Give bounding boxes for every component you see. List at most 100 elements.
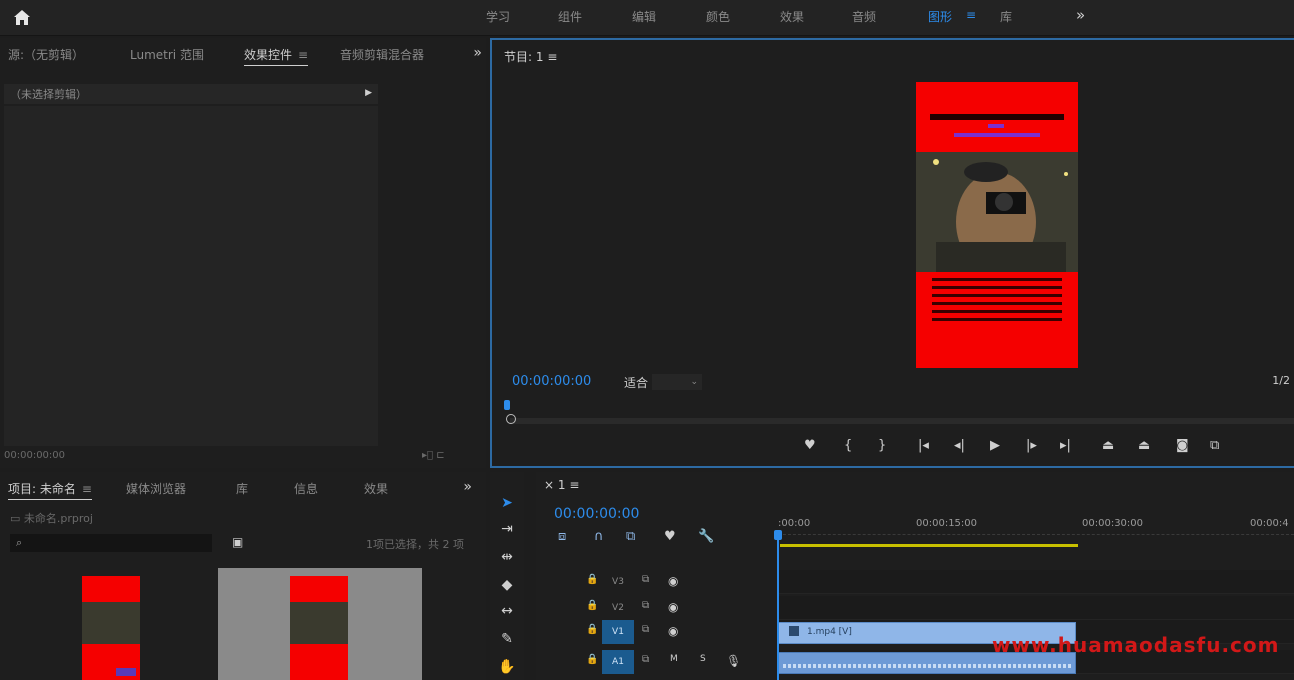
tab-audio-clip-mixer[interactable]: 音频剪辑混合器 [340, 46, 424, 63]
frame-title-text [930, 114, 1064, 120]
panel-menu-icon[interactable]: ≡ [82, 482, 92, 496]
razor-tool-icon[interactable]: ◆ [498, 576, 516, 594]
project-item-thumbnail-selected[interactable] [218, 568, 422, 680]
track-lane[interactable] [778, 570, 1294, 594]
home-icon[interactable] [12, 8, 32, 28]
program-scrub-bar[interactable] [510, 418, 1294, 424]
panel-menu-icon[interactable]: ≡ [298, 48, 308, 62]
sync-lock-icon[interactable]: ⧉ [642, 600, 649, 611]
microphone-icon[interactable]: 🎙 [726, 654, 741, 668]
frame-body-text [932, 278, 1062, 326]
tab-effect-controls[interactable]: 效果控件 ≡ [244, 46, 309, 66]
project-item-thumbnail[interactable] [10, 568, 214, 680]
mute-button[interactable]: M [670, 654, 678, 664]
workspace-tab-libraries[interactable]: 库 [1000, 8, 1012, 25]
program-title[interactable]: 节目: 1 ≡ [504, 48, 557, 65]
workspace-tab-audio[interactable]: 音频 [852, 8, 876, 25]
lift-icon[interactable]: ⏏ [1102, 438, 1114, 453]
video-frame[interactable] [916, 82, 1078, 368]
ripple-edit-tool-icon[interactable]: ⇹ [498, 548, 516, 566]
track-lane[interactable] [778, 596, 1294, 620]
track-name[interactable]: V3 [602, 570, 634, 594]
play-triangle-icon[interactable]: ▶ [365, 88, 372, 98]
time-ruler[interactable] [778, 534, 1294, 535]
hand-tool-icon[interactable]: ✋ [498, 658, 516, 676]
timeline-playhead[interactable] [777, 532, 779, 680]
pen-tool-icon[interactable]: ✎ [498, 630, 516, 648]
track-name[interactable]: A1 [602, 650, 634, 674]
track-name[interactable]: V2 [602, 596, 634, 620]
goto-in-icon[interactable]: |◂ [918, 438, 929, 453]
snap-icon[interactable]: ∩ [594, 529, 604, 544]
workspace-tab-graphics[interactable]: 图形 [928, 8, 952, 25]
tab-project-label: 项目: 未命名 [8, 482, 76, 496]
zoom-handle[interactable] [506, 414, 516, 424]
eye-icon[interactable]: ◉ [668, 574, 678, 588]
project-file-name: 未命名.prproj [23, 512, 93, 525]
slip-tool-icon[interactable]: ↔ [498, 602, 516, 620]
sync-lock-icon[interactable]: ⧉ [642, 654, 649, 665]
extract-icon[interactable]: ⏏ [1138, 438, 1150, 453]
work-area-bar[interactable] [780, 544, 1078, 547]
search-input[interactable]: ⌕ [10, 534, 212, 552]
track-v2: 🔒 V2 ⧉ ◉ [536, 596, 1294, 620]
add-marker-icon[interactable]: ♥ [664, 529, 676, 544]
sequence-tab-label: 1 [557, 478, 566, 492]
export-frame-icon[interactable]: ◙ [1176, 438, 1189, 453]
in-point-icon[interactable]: { [844, 438, 852, 453]
tab-effect-controls-label: 效果控件 [244, 48, 293, 62]
tab-project[interactable]: 项目: 未命名 ≡ [8, 480, 92, 500]
workspace-tab-effects[interactable]: 效果 [780, 8, 804, 25]
linked-selection-icon[interactable]: ⧉ [626, 529, 635, 544]
effect-controls-footer-icons[interactable]: ▸⃞ ⊏ [422, 450, 445, 461]
sync-lock-icon[interactable]: ⧉ [642, 574, 649, 585]
workspace-menu-icon[interactable]: ≡ [966, 8, 976, 22]
eye-icon[interactable]: ◉ [668, 600, 678, 614]
timeline-timecode[interactable]: 00:00:00:00 [554, 506, 639, 522]
tab-source[interactable]: 源:（无剪辑） [8, 46, 84, 63]
workspace-overflow-icon[interactable]: » [1076, 6, 1085, 24]
workspace-tab-color[interactable]: 颜色 [706, 8, 730, 25]
lock-icon[interactable]: 🔒 [586, 600, 598, 611]
track-header: 🔒 V2 ⧉ ◉ [536, 596, 776, 620]
play-icon[interactable]: ▶ [990, 438, 1000, 453]
panel-overflow-icon[interactable]: » [473, 45, 482, 61]
nest-icon[interactable]: ⧈ [558, 529, 566, 544]
resolution-ratio[interactable]: 1/2 [1272, 374, 1290, 387]
tab-lumetri-scopes[interactable]: Lumetri 范围 [130, 46, 204, 63]
sync-lock-icon[interactable]: ⧉ [642, 624, 649, 635]
solo-button[interactable]: S [700, 654, 706, 664]
lock-icon[interactable]: 🔒 [586, 654, 598, 665]
program-playhead-marker[interactable] [504, 400, 510, 410]
compare-icon[interactable]: ⧉ [1210, 438, 1219, 453]
track-name[interactable]: V1 [602, 620, 634, 644]
settings-wrench-icon[interactable]: 🔧 [698, 529, 714, 544]
goto-out-icon[interactable]: ▸| [1060, 438, 1071, 453]
photographer-image [916, 152, 1078, 272]
workspace-tab-learn[interactable]: 学习 [486, 8, 510, 25]
lock-icon[interactable]: 🔒 [586, 574, 598, 585]
tab-libraries[interactable]: 库 [236, 480, 248, 497]
track-header: 🔒 V1 ⧉ ◉ [536, 620, 776, 644]
project-panel-tabs: 项目: 未命名 ≡ 媒体浏览器 库 信息 效果 » [0, 472, 486, 506]
fit-dropdown[interactable]: ⌄ [652, 374, 702, 390]
out-point-icon[interactable]: } [878, 438, 886, 453]
panel-overflow-icon[interactable]: » [463, 479, 472, 495]
selection-tool-icon[interactable]: ➤ [498, 494, 516, 512]
eye-icon[interactable]: ◉ [668, 624, 678, 638]
marker-icon[interactable]: ♥ [804, 438, 816, 453]
tab-effects[interactable]: 效果 [364, 480, 388, 497]
track-select-tool-icon[interactable]: ⇥ [498, 520, 516, 538]
workspace-tab-assembly[interactable]: 组件 [558, 8, 582, 25]
tab-media-browser[interactable]: 媒体浏览器 [126, 480, 186, 497]
step-forward-icon[interactable]: |▸ [1026, 438, 1037, 453]
workspace-tab-editing[interactable]: 编辑 [632, 8, 656, 25]
program-timecode[interactable]: 00:00:00:00 [512, 374, 591, 389]
tab-info[interactable]: 信息 [294, 480, 318, 497]
sequence-tab[interactable]: × 1 ≡ [544, 478, 579, 492]
new-bin-icon[interactable]: ▣ [232, 535, 243, 549]
step-back-icon[interactable]: ◂| [954, 438, 965, 453]
panel-menu-icon[interactable]: ≡ [547, 50, 557, 64]
lock-icon[interactable]: 🔒 [586, 624, 598, 635]
effect-controls-body [4, 106, 378, 446]
